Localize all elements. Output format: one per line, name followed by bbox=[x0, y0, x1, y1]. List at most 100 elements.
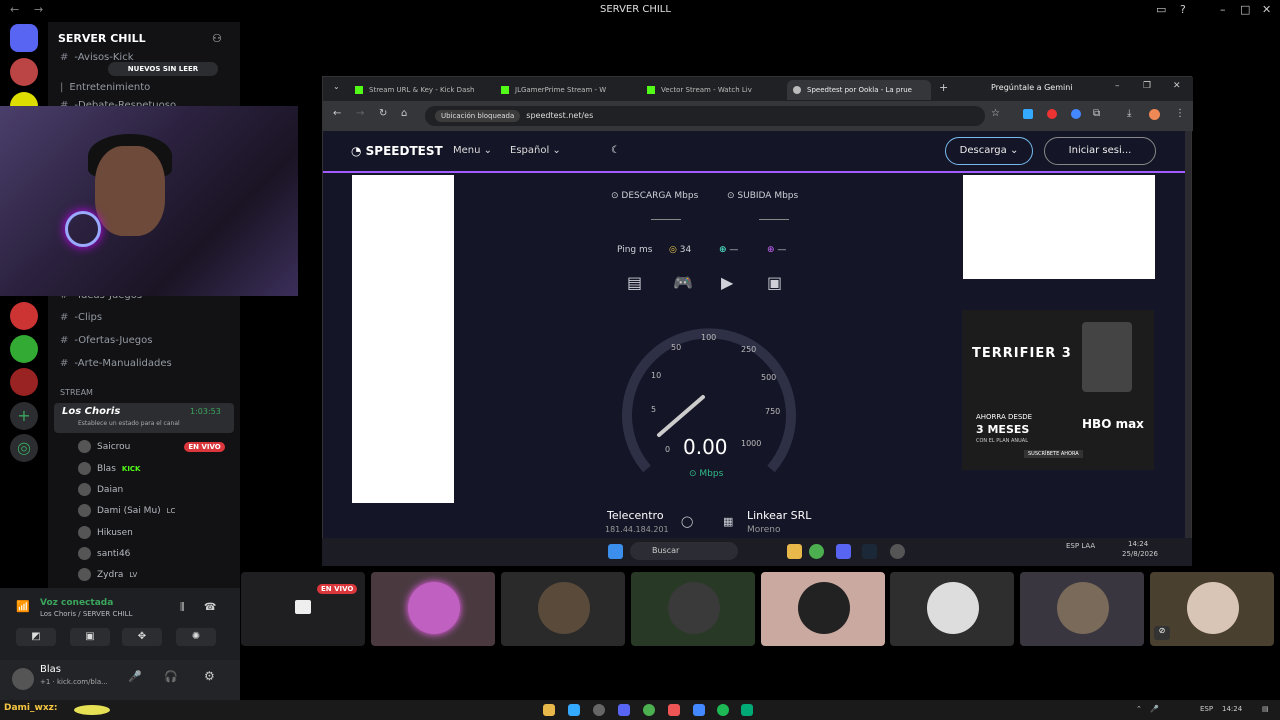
app-icon[interactable] bbox=[693, 704, 705, 716]
spotify-icon[interactable] bbox=[717, 704, 729, 716]
participant-tile[interactable] bbox=[890, 572, 1014, 646]
language-dropdown[interactable]: Español ⌄ bbox=[510, 145, 561, 156]
clock-time[interactable]: 14:24 bbox=[1128, 540, 1148, 548]
member-item[interactable]: Zydra LV bbox=[78, 568, 137, 581]
url-text[interactable]: speedtest.net/es bbox=[526, 111, 593, 120]
explore-icon[interactable]: ◎ bbox=[10, 434, 38, 462]
tab-list-icon[interactable]: ⌄ bbox=[333, 82, 340, 91]
server-icon[interactable] bbox=[10, 335, 38, 363]
file-explorer-icon[interactable] bbox=[543, 704, 555, 716]
category-entretenimiento[interactable]: | Entretenimiento bbox=[60, 82, 150, 93]
server-name[interactable]: SERVER CHILL bbox=[58, 32, 146, 45]
download-icon[interactable]: ⤓ bbox=[1127, 108, 1131, 119]
windows-start-icon[interactable] bbox=[608, 544, 623, 559]
channel-item[interactable]: # -Clips bbox=[60, 312, 102, 323]
soundboard-button[interactable]: ✺ bbox=[176, 628, 216, 646]
discord-icon[interactable] bbox=[618, 704, 630, 716]
member-item[interactable]: Saicrou EN VIVO bbox=[78, 440, 225, 453]
page-scrollbar[interactable] bbox=[1185, 131, 1191, 539]
back-icon[interactable]: ← bbox=[333, 108, 341, 119]
member-item[interactable]: Daian bbox=[78, 483, 123, 496]
reload-icon[interactable]: ↻ bbox=[379, 108, 387, 119]
settings-gear-icon[interactable]: ⚙ bbox=[204, 669, 215, 683]
member-item[interactable]: Hikusen bbox=[78, 526, 133, 539]
server-icon[interactable] bbox=[10, 368, 38, 396]
discord-icon[interactable] bbox=[836, 544, 851, 559]
channel-item[interactable]: # -Arte-Manualidades bbox=[60, 358, 172, 369]
member-item[interactable]: Blas KICK bbox=[78, 462, 140, 475]
chrome-icon[interactable] bbox=[643, 704, 655, 716]
restore-icon[interactable]: ❐ bbox=[1143, 81, 1151, 91]
bookmark-star-icon[interactable]: ☆ bbox=[991, 108, 1000, 119]
channel-item[interactable]: # -Ofertas-Juegos bbox=[60, 335, 152, 346]
microphone-icon[interactable]: 🎤 bbox=[128, 670, 142, 683]
member-item[interactable]: Dami (Sai Mu) LC bbox=[78, 504, 175, 517]
address-bar[interactable]: Ubicación bloqueada speedtest.net/es bbox=[425, 106, 985, 126]
dark-mode-icon[interactable]: ☾ bbox=[611, 145, 620, 156]
participant-tile[interactable] bbox=[761, 572, 885, 646]
clock-date[interactable]: 25/8/2026 bbox=[1122, 550, 1158, 558]
inbox-icon[interactable]: ▭ bbox=[1156, 3, 1166, 16]
screen-share-button[interactable]: ▣ bbox=[70, 628, 110, 646]
location-blocked-chip[interactable]: Ubicación bloqueada bbox=[435, 110, 521, 122]
add-server-icon[interactable]: + bbox=[10, 402, 38, 430]
browser-tab[interactable]: Stream URL & Key - Kick Dash bbox=[349, 80, 487, 100]
server-icon[interactable] bbox=[10, 302, 38, 330]
tray-chevron-icon[interactable]: ⌃ bbox=[1136, 705, 1142, 713]
download-app-button[interactable]: Descarga ⌄ bbox=[945, 137, 1033, 165]
login-button[interactable]: Iniciar sesi... bbox=[1044, 137, 1156, 165]
app-icon[interactable] bbox=[890, 544, 905, 559]
gemini-button[interactable]: Pregúntale a Gemini bbox=[991, 83, 1073, 92]
maximize-icon[interactable]: □ bbox=[1240, 3, 1250, 16]
participant-tile[interactable] bbox=[631, 572, 755, 646]
forward-arrow-icon[interactable]: → bbox=[34, 3, 43, 16]
ad-cta[interactable]: SUSCRÍBETE AHORA bbox=[1024, 450, 1083, 458]
browser-tab[interactable]: Vector Stream - Watch Liv bbox=[641, 80, 779, 100]
steam-icon[interactable] bbox=[862, 544, 877, 559]
microphone-icon[interactable]: 🎤 bbox=[1150, 705, 1159, 713]
extension-icon[interactable] bbox=[1047, 109, 1057, 119]
help-icon[interactable]: ? bbox=[1180, 3, 1186, 16]
clock-time[interactable]: 14:24 bbox=[1222, 705, 1242, 713]
new-tab-icon[interactable]: + bbox=[939, 81, 948, 94]
voice-status[interactable]: Establece un estado para el canal bbox=[78, 420, 180, 427]
menu-kebab-icon[interactable]: ⋮ bbox=[1175, 108, 1185, 119]
minimize-icon[interactable]: – bbox=[1220, 3, 1226, 16]
profile-avatar[interactable] bbox=[1149, 109, 1160, 120]
extensions-puzzle-icon[interactable]: ⧉ bbox=[1093, 108, 1100, 119]
disconnect-icon[interactable]: ☎ bbox=[204, 602, 216, 613]
participant-tile[interactable] bbox=[1020, 572, 1144, 646]
member-item[interactable]: santi46 bbox=[78, 547, 130, 560]
new-unread-pill[interactable]: NUEVOS SIN LEER bbox=[108, 62, 218, 76]
close-icon[interactable]: ✕ bbox=[1262, 3, 1271, 16]
server-icon[interactable] bbox=[10, 58, 38, 86]
add-member-icon[interactable]: ⚇ bbox=[212, 32, 222, 45]
app-icon[interactable] bbox=[593, 704, 605, 716]
avatar[interactable] bbox=[12, 668, 34, 690]
camera-button[interactable]: ◩ bbox=[16, 628, 56, 646]
participant-tile[interactable] bbox=[371, 572, 495, 646]
voice-channel-row[interactable]: Los Choris 1:03:53 Establece un estado p… bbox=[54, 403, 234, 433]
file-explorer-icon[interactable] bbox=[787, 544, 802, 559]
extension-icon[interactable] bbox=[1023, 109, 1033, 119]
taskbar-search[interactable]: Buscar bbox=[630, 542, 738, 560]
voice-connected-label[interactable]: Voz conectada bbox=[40, 598, 113, 608]
notifications-icon[interactable]: ▤ bbox=[1262, 705, 1269, 713]
server-name[interactable]: Linkear SRL bbox=[747, 509, 811, 522]
app-icon[interactable] bbox=[668, 704, 680, 716]
activities-button[interactable]: ✥ bbox=[122, 628, 162, 646]
input-language[interactable]: ESP LAA bbox=[1066, 542, 1095, 550]
input-language[interactable]: ESP bbox=[1200, 705, 1213, 713]
edge-icon[interactable] bbox=[741, 704, 753, 716]
stream-preview-tile[interactable]: EN VIVO bbox=[241, 572, 365, 646]
browser-tab[interactable]: JLGamerPrime Stream - W bbox=[495, 80, 633, 100]
menu-dropdown[interactable]: Menu ⌄ bbox=[453, 145, 492, 156]
participant-tile[interactable]: ⊘ bbox=[1150, 572, 1274, 646]
participant-tile[interactable] bbox=[501, 572, 625, 646]
hbo-max-ad[interactable]: TERRIFIER 3 AHORRA DESDE 3 MESES CON EL … bbox=[962, 310, 1154, 470]
chrome-icon[interactable] bbox=[809, 544, 824, 559]
browser-tab-active[interactable]: Speedtest por Ookla - La prue bbox=[787, 80, 931, 100]
app-icon[interactable] bbox=[568, 704, 580, 716]
discord-home-icon[interactable] bbox=[10, 24, 38, 52]
forward-icon[interactable]: → bbox=[356, 108, 364, 119]
